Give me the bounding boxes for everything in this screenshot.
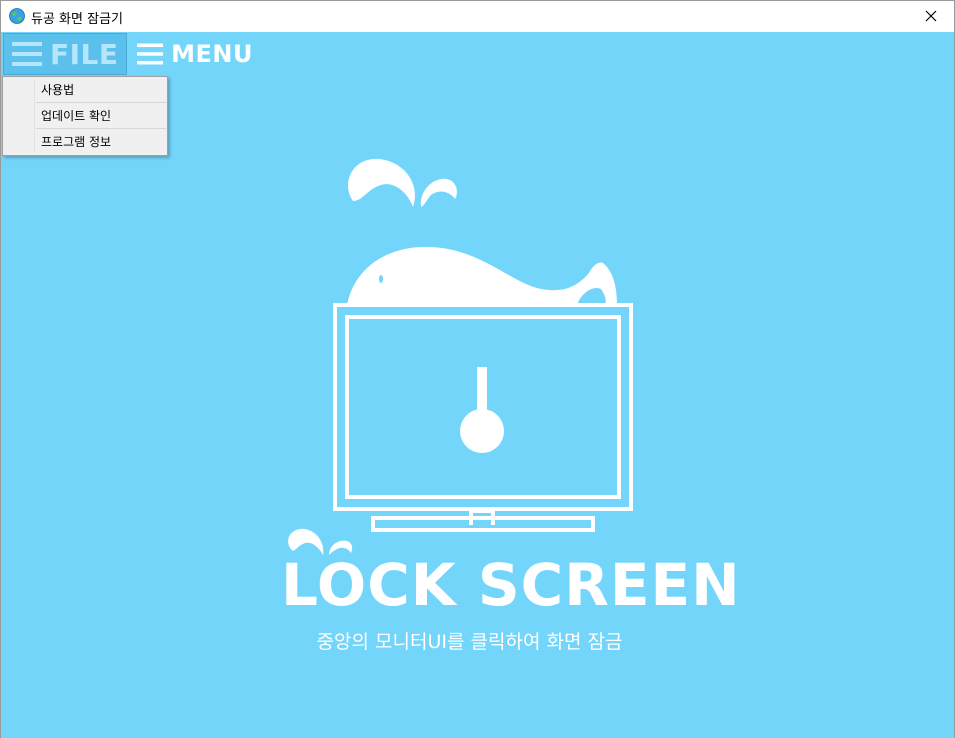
menu-label: MENU <box>171 40 253 68</box>
file-menu-button[interactable]: FILE <box>3 33 127 75</box>
close-icon <box>925 10 937 22</box>
window-title: 듀공 화면 잠금기 <box>31 12 123 27</box>
hamburger-icon <box>137 43 164 65</box>
title-bar[interactable]: 듀공 화면 잠금기 <box>1 1 954 31</box>
app-window: 듀공 화면 잠금기 FILE MENU 사용법 업데이트 확인 프로그램 정보 … <box>0 0 955 738</box>
water-splash-icon <box>348 158 415 207</box>
menu-item-label: 업데이트 확인 <box>41 109 112 123</box>
main-area: FILE MENU 사용법 업데이트 확인 프로그램 정보 LOCK SCREE… <box>1 32 954 738</box>
file-dropdown-menu: 사용법 업데이트 확인 프로그램 정보 <box>2 76 168 156</box>
monitor-lock-button[interactable] <box>271 155 741 525</box>
whale-icon <box>347 246 617 305</box>
menu-item-label: 사용법 <box>41 83 75 97</box>
monitor-base-icon <box>371 516 595 532</box>
menu-item-usage[interactable]: 사용법 <box>3 77 167 103</box>
lock-screen-instruction: 중앙의 모니터UI를 클릭하여 화면 잠금 <box>316 631 623 653</box>
menu-button[interactable]: MENU <box>135 33 253 75</box>
file-menu-label: FILE <box>50 37 119 71</box>
hamburger-icon <box>12 42 42 66</box>
lock-screen-title: LOCK SCREEN <box>281 551 741 619</box>
menu-item-check-update[interactable]: 업데이트 확인 <box>3 103 167 129</box>
menu-item-program-info[interactable]: 프로그램 정보 <box>3 129 167 155</box>
globe-icon <box>9 8 25 24</box>
close-button[interactable] <box>908 1 954 31</box>
menu-item-label: 프로그램 정보 <box>41 135 112 149</box>
